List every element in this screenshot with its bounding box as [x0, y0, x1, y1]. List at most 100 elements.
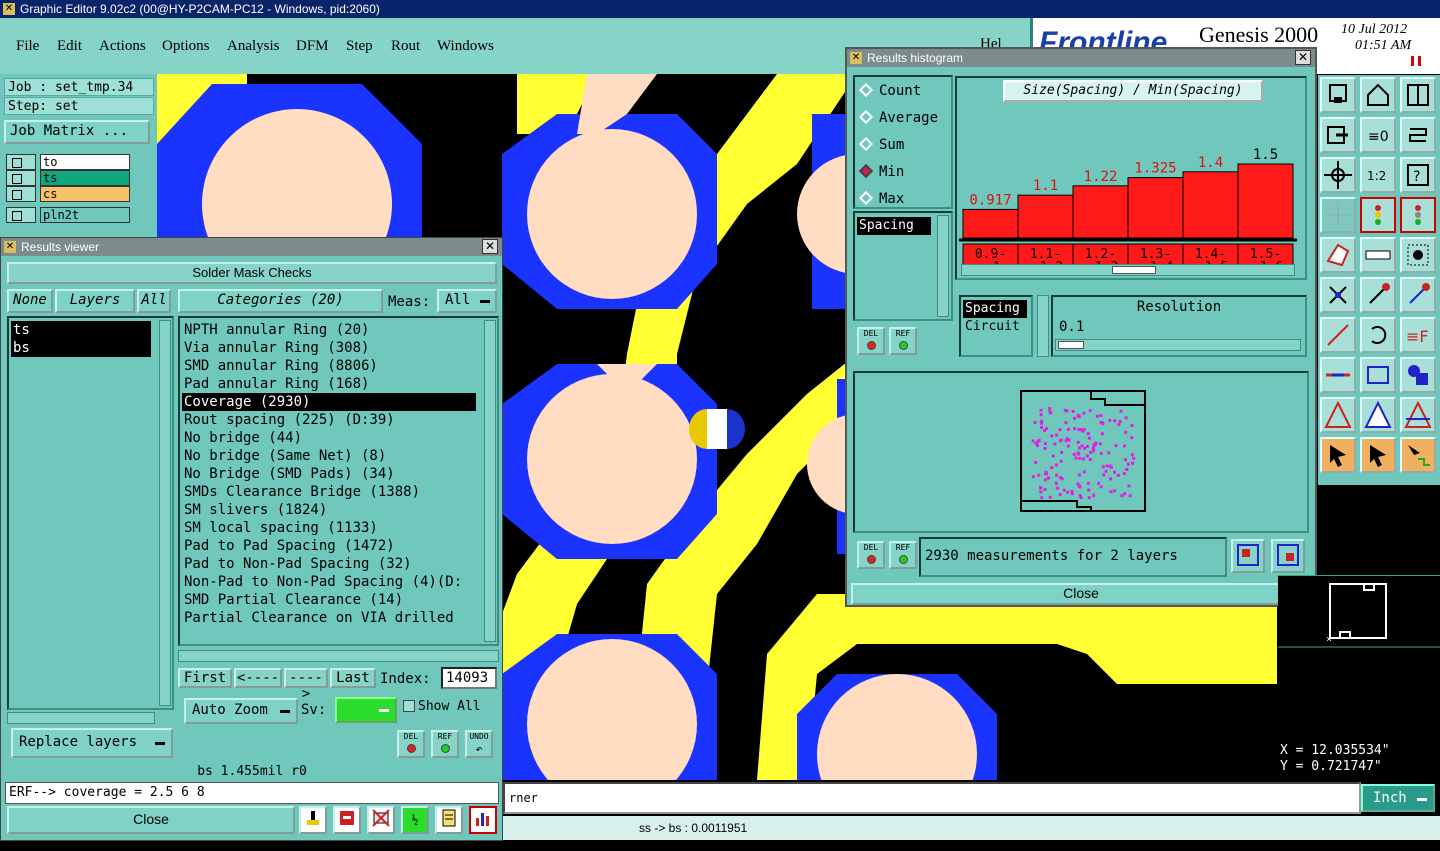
- tool-horizontal-icon[interactable]: [1320, 357, 1356, 393]
- tool-resize-icon[interactable]: [1360, 357, 1396, 393]
- last-button[interactable]: Last: [330, 668, 376, 688]
- report-icon[interactable]: [299, 806, 327, 834]
- prev-button[interactable]: <----: [234, 668, 282, 688]
- tool-net-select-icon[interactable]: [1400, 437, 1436, 473]
- layer-toggle-checkbox[interactable]: [6, 207, 36, 223]
- show-all-checkbox[interactable]: [403, 700, 415, 712]
- layer-toggle-checkbox[interactable]: [6, 186, 36, 202]
- close-button[interactable]: Close: [7, 806, 295, 834]
- layer-toggle-checkbox[interactable]: [6, 170, 36, 186]
- measurement-marker[interactable]: [689, 409, 745, 449]
- tool-ruler-icon[interactable]: [1360, 237, 1396, 273]
- layers-h-scrollbar[interactable]: [7, 712, 155, 724]
- category-item[interactable]: Pad to Non-Pad Spacing (32): [182, 555, 476, 573]
- hist-del-button[interactable]: DEL: [857, 327, 885, 355]
- tool-select-alt-icon[interactable]: [1360, 437, 1396, 473]
- tool-pan-icon[interactable]: [1320, 157, 1356, 193]
- category-item[interactable]: SMD Partial Clearance (14): [182, 591, 476, 609]
- menu-rout[interactable]: Rout: [391, 38, 420, 55]
- preview-ref-button[interactable]: REF: [889, 541, 917, 569]
- categories-list[interactable]: NPTH annular Ring (20) Via annular Ring (…: [178, 316, 499, 646]
- categories-h-scrollbar[interactable]: [178, 650, 499, 662]
- category-scrollbar[interactable]: [1037, 295, 1049, 357]
- menu-edit[interactable]: Edit: [57, 38, 82, 55]
- zoom-out-region-icon[interactable]: [1271, 539, 1305, 573]
- histogram-icon[interactable]: [469, 806, 497, 834]
- replace-layers-dropdown[interactable]: Replace layers: [11, 728, 173, 758]
- category-item[interactable]: No bridge (44): [182, 429, 476, 447]
- category-item[interactable]: Rout spacing (225) (D:39): [182, 411, 476, 429]
- category-item[interactable]: No bridge (Same Net) (8): [182, 447, 476, 465]
- category-item[interactable]: Coverage (2930): [182, 393, 476, 411]
- tool-cross-icon[interactable]: [1320, 277, 1356, 313]
- tool-layers-traffic-icon[interactable]: [1360, 197, 1396, 233]
- category-list[interactable]: Spacing Circuit: [959, 295, 1033, 357]
- index-input[interactable]: 14093: [441, 667, 497, 689]
- tool-split-line-icon[interactable]: ≡F: [1400, 317, 1436, 353]
- tool-triangle-fill-icon[interactable]: [1360, 397, 1396, 433]
- bar-2[interactable]: [1072, 185, 1129, 239]
- layer-toggle-checkbox[interactable]: [6, 154, 36, 170]
- hist-ref-button[interactable]: REF: [889, 327, 917, 355]
- tool-save-icon[interactable]: [1320, 77, 1356, 113]
- mode-radio-average[interactable]: Average: [858, 108, 938, 128]
- mode-radio-min[interactable]: Min: [858, 162, 904, 182]
- category-item[interactable]: SMDs Clearance Bridge (1388): [182, 483, 476, 501]
- bar-1[interactable]: [1017, 194, 1074, 239]
- tool-shapes-icon[interactable]: [1400, 357, 1436, 393]
- list-item[interactable]: Circuit: [963, 318, 1020, 336]
- category-item[interactable]: NPTH annular Ring (20): [182, 321, 476, 339]
- tool-triangle-icon[interactable]: [1320, 397, 1356, 433]
- tool-help-icon[interactable]: ?: [1400, 157, 1436, 193]
- category-item[interactable]: SMD annular Ring (8806): [182, 357, 476, 375]
- mode-radio-count[interactable]: Count: [858, 81, 921, 101]
- first-button[interactable]: First: [178, 668, 232, 688]
- menu-analysis[interactable]: Analysis: [227, 38, 280, 55]
- results-viewer-title-bar[interactable]: ✕ Results viewer ✕: [1, 238, 502, 256]
- list-item[interactable]: bs: [11, 339, 151, 357]
- board-preview[interactable]: [853, 371, 1309, 533]
- meas-dropdown[interactable]: All: [437, 289, 497, 313]
- ref-button[interactable]: REF: [431, 730, 459, 758]
- tool-draw-line-icon[interactable]: [1320, 317, 1356, 353]
- slider-handle[interactable]: [1058, 341, 1084, 349]
- tool-layers-traffic-alt-icon[interactable]: [1400, 197, 1436, 233]
- undo-button[interactable]: UNDO ↶: [465, 730, 493, 758]
- zoom-region-icon[interactable]: [1231, 539, 1265, 573]
- type-scrollbar[interactable]: [937, 215, 949, 317]
- mode-radio-max[interactable]: Max: [858, 189, 904, 209]
- bar-0[interactable]: [962, 208, 1019, 239]
- tool-measure-icon[interactable]: [1320, 237, 1356, 273]
- layers-list[interactable]: ts bs: [7, 316, 174, 710]
- severity-dropdown[interactable]: [335, 697, 397, 723]
- category-item[interactable]: Pad to Pad Spacing (1472): [182, 537, 476, 555]
- all-button[interactable]: All: [137, 289, 171, 313]
- tool-zoom-ratio-icon[interactable]: 1:2: [1360, 157, 1396, 193]
- mode-radio-sum[interactable]: Sum: [858, 135, 904, 155]
- bar-4[interactable]: [1182, 171, 1239, 239]
- tool-triangle-cut-icon[interactable]: [1400, 397, 1436, 433]
- tool-select-icon[interactable]: [1320, 437, 1356, 473]
- preview-del-button[interactable]: DEL: [857, 541, 885, 569]
- categories-scrollbar[interactable]: [484, 320, 496, 642]
- auto-zoom-dropdown[interactable]: Auto Zoom: [184, 698, 298, 724]
- menu-windows[interactable]: Windows: [437, 38, 494, 55]
- pause-icon[interactable]: [1411, 56, 1421, 66]
- category-item[interactable]: No Bridge (SMD Pads) (34): [182, 465, 476, 483]
- category-item[interactable]: SM slivers (1824): [182, 501, 476, 519]
- layers-scrollbar[interactable]: [159, 320, 171, 706]
- units-dropdown[interactable]: Inch: [1361, 784, 1435, 812]
- delete-file-icon[interactable]: [367, 806, 395, 834]
- histogram-title-bar[interactable]: ✕ Results histogram ✕: [847, 49, 1315, 67]
- type-list[interactable]: Spacing: [853, 211, 953, 321]
- resolution-slider[interactable]: [1055, 339, 1301, 351]
- menu-file[interactable]: File: [16, 38, 39, 55]
- close-icon[interactable]: ✕: [1295, 50, 1311, 65]
- tool-arc-node-icon[interactable]: [1400, 277, 1436, 313]
- tool-rotate-icon[interactable]: [1360, 317, 1396, 353]
- del-button[interactable]: DEL: [397, 730, 425, 758]
- tool-import-icon[interactable]: [1320, 117, 1356, 153]
- list-item[interactable]: Spacing: [857, 217, 931, 235]
- next-button[interactable]: ---->: [284, 668, 328, 702]
- menu-actions[interactable]: Actions: [99, 38, 146, 55]
